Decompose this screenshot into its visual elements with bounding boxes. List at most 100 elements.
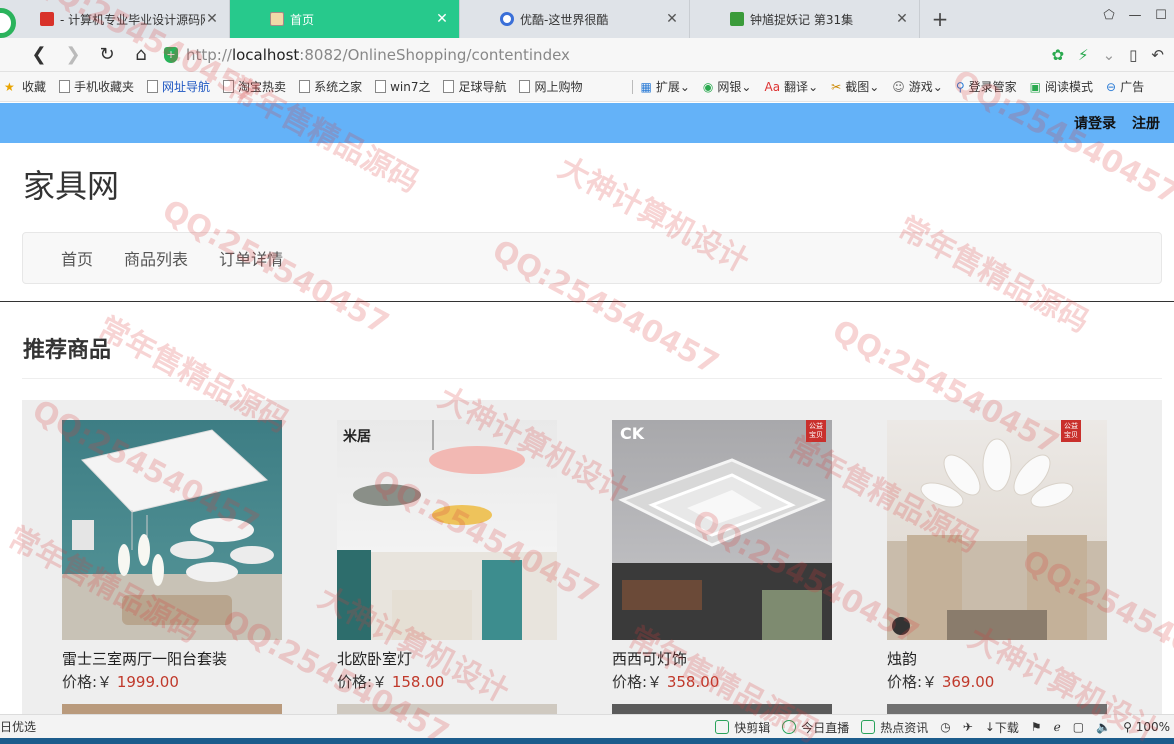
charity-badge: 公益宝贝 <box>806 420 826 442</box>
ceiling-light-set-image <box>72 429 274 625</box>
grid-icon: ▦ <box>640 79 652 94</box>
zoom-control[interactable]: ⚲ 100% <box>1123 720 1170 734</box>
secure-shield-icon: + <box>164 46 178 63</box>
product-name[interactable]: 北欧卧室灯 <box>337 648 557 669</box>
ie-icon[interactable]: ℯ <box>1054 720 1061 734</box>
status-live[interactable]: 今日直播 <box>782 719 849 736</box>
status-download[interactable]: ↓ 下载 <box>985 719 1019 736</box>
tab-youku[interactable]: 优酷-这世界很酷 ✕ <box>460 0 690 38</box>
product-card[interactable]: 米居 北欧卧室灯 价格:￥ 158.00 <box>337 420 557 692</box>
product-image[interactable] <box>62 420 282 640</box>
bookmark-football[interactable]: 足球导航 <box>443 78 506 95</box>
forward-icon[interactable]: ❯ <box>56 38 90 72</box>
divider <box>0 301 1174 302</box>
new-tab-button[interactable]: + <box>920 0 960 38</box>
product-image[interactable]: 米居 <box>337 420 557 640</box>
product-image[interactable]: CK 公益宝贝 <box>612 420 832 640</box>
site-main-nav: 首页 商品列表 订单详情 <box>22 232 1162 284</box>
skin-icon[interactable]: ⬠ <box>1096 0 1122 30</box>
divider <box>22 378 1162 379</box>
tool-games[interactable]: ☺ 游戏 ⌄ <box>892 78 943 95</box>
close-icon[interactable]: ✕ <box>665 11 679 27</box>
product-card[interactable]: 雷士三室两厅一阳台套装 价格:￥ 1999.00 <box>62 420 282 692</box>
nav-right-tools: ✿ ⚡ ⌄ ▯ ↶ <box>1051 38 1164 72</box>
page-icon <box>223 80 235 93</box>
flower-ceiling-light-image <box>892 438 1087 640</box>
url-path: :8082/OnlineShopping/contentindex <box>299 45 570 64</box>
game-icon: ☺ <box>892 79 905 94</box>
bank-icon: ◉ <box>702 79 714 94</box>
tab-video[interactable]: 钟馗捉妖记 第31集 ✕ <box>690 0 920 38</box>
tool-reader-mode[interactable]: ▣ 阅读模式 <box>1030 78 1093 95</box>
speed-icon[interactable]: ◷ <box>940 720 950 734</box>
page-icon <box>519 80 531 93</box>
site-brand[interactable]: 家具网 <box>23 161 119 207</box>
status-left-label[interactable]: 日优选 <box>0 718 36 735</box>
login-link[interactable]: 请登录 <box>1074 113 1116 133</box>
undo-icon[interactable]: ↶ <box>1151 46 1164 64</box>
lightning-icon[interactable]: ⚡ <box>1078 46 1089 64</box>
tool-bank[interactable]: ◉ 网银 ⌄ <box>703 78 752 95</box>
bookmark-nav[interactable]: 网址导航 <box>147 78 210 95</box>
nav-home[interactable]: 首页 <box>53 246 101 270</box>
product-card[interactable]: CK 公益宝贝 西西可灯饰 价格:￥ 358.00 <box>612 420 832 692</box>
bookmark-favorites[interactable]: ★ 收藏 <box>4 78 46 95</box>
bookmark-win7[interactable]: win7之 <box>375 78 430 95</box>
charity-badge: 公益宝贝 <box>1061 420 1081 442</box>
flag-icon[interactable]: ⚑ <box>1031 720 1042 734</box>
tool-screenshot[interactable]: ✂ 截图 ⌄ <box>831 78 879 95</box>
status-news[interactable]: 热点资讯 <box>861 719 928 736</box>
reload-icon[interactable]: ↻ <box>90 38 124 72</box>
youku-icon <box>500 12 514 26</box>
product-price: 价格:￥ 158.00 <box>337 673 445 691</box>
page-icon <box>147 80 159 93</box>
maximize-icon[interactable]: ☐ <box>1148 0 1174 30</box>
register-link[interactable]: 注册 <box>1132 113 1160 133</box>
chevron-down-icon[interactable]: ⌄ <box>1103 46 1116 64</box>
browser-status-bar: 日优选 快剪辑 今日直播 热点资讯 ◷ ✈ ↓ 下载 ⚑ ℯ ▢ 🔈 ⚲ 100% <box>0 714 1174 738</box>
window-controls: ⬠ — ☐ <box>1096 0 1174 30</box>
tool-adblock[interactable]: ⊖ 广告 <box>1106 78 1144 95</box>
speed-icon[interactable]: ✿ <box>1051 46 1064 64</box>
video-icon <box>730 12 744 26</box>
bookmark-mobile[interactable]: 手机收藏夹 <box>59 78 134 95</box>
scissors-icon: ✂ <box>831 79 842 94</box>
home-icon[interactable]: ⌂ <box>124 38 158 72</box>
status-quick-edit[interactable]: 快剪辑 <box>715 719 770 736</box>
minimize-icon[interactable]: — <box>1122 0 1148 30</box>
tab-title: 首页 <box>290 12 315 27</box>
product-grid: 雷士三室两厅一阳台套装 价格:￥ 1999.00 米居 北欧卧室灯 价格:￥ 1… <box>22 400 1162 720</box>
product-card[interactable]: 公益宝贝 烛韵 价格:￥ 369.00 <box>887 420 1107 692</box>
page-icon <box>443 80 455 93</box>
product-name[interactable]: 西西可灯饰 <box>612 648 832 669</box>
tool-extensions[interactable]: ▦ 扩展 ⌄ <box>641 78 690 95</box>
close-icon[interactable]: ✕ <box>435 11 449 27</box>
tool-login-manager[interactable]: ⚲ 登录管家 <box>956 78 1017 95</box>
volume-icon[interactable]: 🔈 <box>1096 720 1111 734</box>
tab-home[interactable]: 首页 ✕ <box>230 0 460 38</box>
nav-order-details[interactable]: 订单详情 <box>211 246 291 270</box>
bookmark-system[interactable]: 系统之家 <box>299 78 362 95</box>
back-icon[interactable]: ❮ <box>22 38 56 72</box>
address-bar[interactable]: + http://localhost:8082/OnlineShopping/c… <box>164 42 1014 68</box>
phone-icon[interactable]: ▯ <box>1129 46 1137 64</box>
product-name[interactable]: 烛韵 <box>887 648 1107 669</box>
tab-source-site[interactable]: - 计算机专业毕业设计源码网 ✕ <box>0 0 230 38</box>
bookmark-taobao[interactable]: 淘宝热卖 <box>223 78 286 95</box>
site-top-strip: 请登录 注册 <box>0 103 1174 143</box>
scissors-icon <box>715 720 730 734</box>
window-icon[interactable]: ▢ <box>1073 720 1084 734</box>
divider <box>631 79 633 94</box>
close-icon[interactable]: ✕ <box>205 11 219 27</box>
block-icon: ⊖ <box>1106 79 1117 94</box>
product-name[interactable]: 雷士三室两厅一阳台套装 <box>62 648 282 669</box>
close-icon[interactable]: ✕ <box>895 11 909 27</box>
brand-label: CK <box>620 424 645 443</box>
tool-translate[interactable]: Aa 翻译 ⌄ <box>764 78 818 95</box>
modern-ceiling-light-image <box>618 458 826 640</box>
bookmark-shopping[interactable]: 网上购物 <box>519 78 583 95</box>
nav-product-list[interactable]: 商品列表 <box>116 246 196 270</box>
pin-icon[interactable]: ✈ <box>963 720 973 734</box>
product-price: 价格:￥ 369.00 <box>887 673 995 691</box>
product-image[interactable]: 公益宝贝 <box>887 420 1107 640</box>
